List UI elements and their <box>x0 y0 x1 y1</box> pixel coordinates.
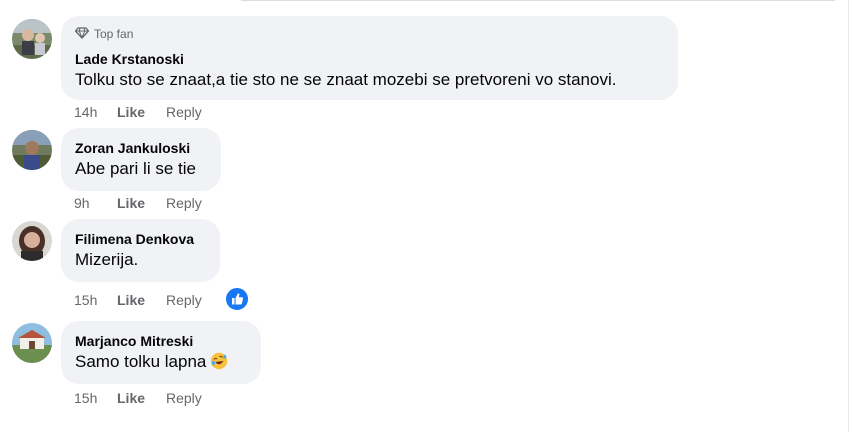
like-reaction-icon[interactable] <box>224 286 250 312</box>
diamond-icon <box>74 26 90 42</box>
comment-author[interactable]: Lade Krstanoski <box>75 50 664 68</box>
comment-actions: 15h Like Reply <box>74 389 224 407</box>
rolling-on-floor-laughing-emoji <box>210 352 228 377</box>
reply-button[interactable]: Reply <box>166 389 224 407</box>
comment-author[interactable]: Marjanco Mitreski <box>75 332 247 350</box>
top-fan-label: Top fan <box>94 27 134 41</box>
comment-actions: 9h Like Reply <box>74 194 224 212</box>
comment-text: Abe pari li se tie <box>75 159 196 178</box>
like-button[interactable]: Like <box>117 194 166 212</box>
comment-text: Mizerija. <box>75 250 139 269</box>
avatar[interactable] <box>12 221 52 261</box>
like-button[interactable]: Like <box>117 103 166 121</box>
reply-button[interactable]: Reply <box>166 291 224 309</box>
like-button[interactable]: Like <box>117 389 166 407</box>
comment-actions: 14h Like Reply <box>74 103 224 121</box>
timestamp-link[interactable]: 15h <box>74 291 117 309</box>
comment-bubble: Filimena Denkova Mizerija. <box>61 219 220 282</box>
comment-author[interactable]: Filimena Denkova <box>75 230 206 248</box>
top-fan-badge: Top fan <box>74 26 664 42</box>
avatar[interactable] <box>12 130 52 170</box>
comment-bubble: Top fan Lade Krstanoski Tolku sto se zna… <box>61 16 678 100</box>
timestamp-link[interactable]: 9h <box>74 194 117 212</box>
avatar[interactable] <box>12 323 52 363</box>
top-divider <box>241 0 835 1</box>
comment-text: Samo tolku lapna <box>75 350 247 377</box>
scrollbar-track[interactable] <box>848 0 849 432</box>
comment-bubble: Zoran Jankuloski Abe pari li se tie <box>61 128 221 191</box>
avatar[interactable] <box>12 19 52 59</box>
comment-author[interactable]: Zoran Jankuloski <box>75 139 207 157</box>
reply-button[interactable]: Reply <box>166 194 224 212</box>
like-button[interactable]: Like <box>117 291 166 309</box>
reply-button[interactable]: Reply <box>166 103 224 121</box>
timestamp-link[interactable]: 14h <box>74 103 117 121</box>
comment-bubble: Marjanco Mitreski Samo tolku lapna <box>61 321 261 384</box>
comment-actions: 15h Like Reply <box>74 291 224 309</box>
comment-text-content: Samo tolku lapna <box>75 352 207 371</box>
comment-text: Tolku sto se znaat,a tie sto ne se znaat… <box>75 70 617 89</box>
timestamp-link[interactable]: 15h <box>74 389 117 407</box>
